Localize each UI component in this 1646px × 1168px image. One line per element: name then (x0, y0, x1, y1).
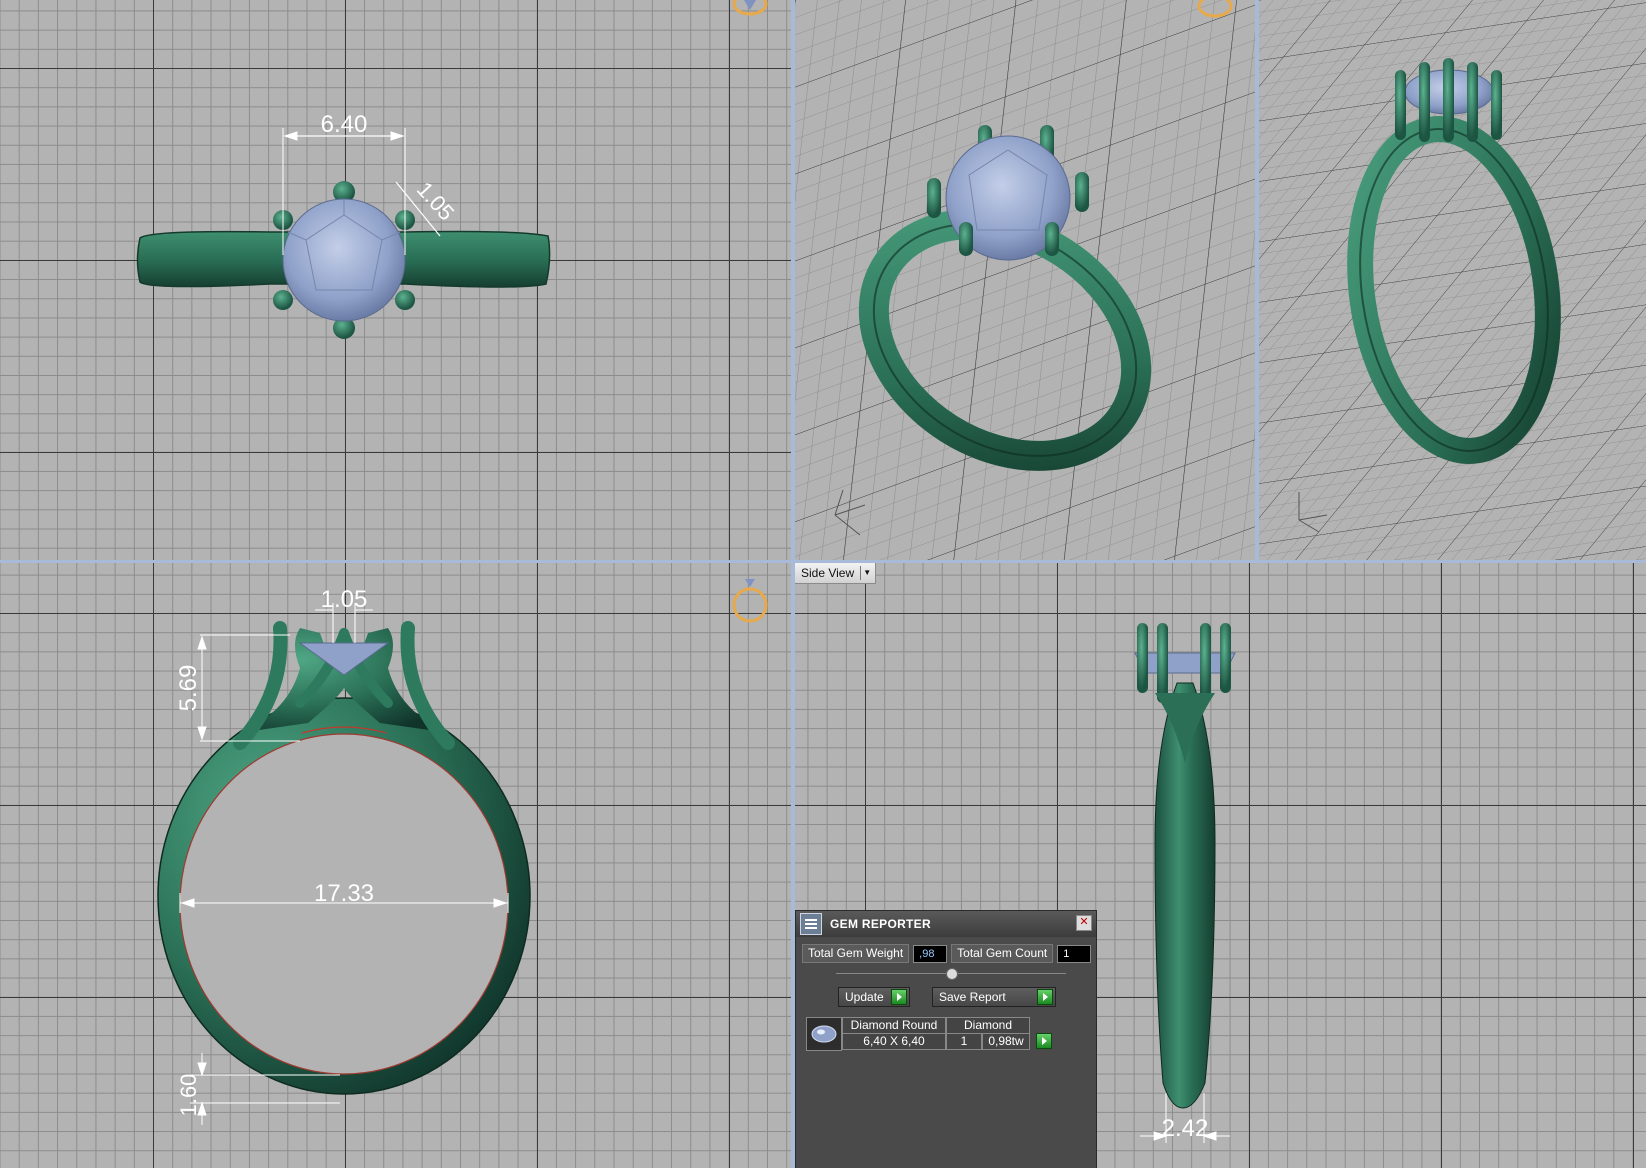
dim-label-band: 1.60 (176, 1074, 201, 1117)
gem-weight: 0,98tw (982, 1033, 1030, 1050)
save-report-button[interactable]: Save Report (932, 987, 1056, 1007)
viewport-front[interactable]: 1.05 5.69 17.33 1.60 (0, 563, 791, 1168)
ring-side-model[interactable] (1134, 623, 1236, 1109)
total-weight-value: ,98 (913, 944, 948, 963)
ring-front-icon[interactable] (732, 579, 768, 623)
gem-reporter-titlebar[interactable]: GEM REPORTER ✕ (796, 911, 1096, 937)
ring-top-model[interactable] (136, 181, 551, 339)
dim-label-prong-front: 1.05 (321, 586, 368, 613)
go-arrow-icon (1037, 989, 1053, 1005)
total-weight-label: Total Gem Weight (802, 944, 910, 963)
gem-size: 6,40 X 6,40 (842, 1033, 946, 1050)
ring-top-icon[interactable] (732, 0, 768, 16)
diamond-icon (806, 1017, 842, 1051)
gem-count: 1 (946, 1033, 982, 1050)
total-count-label: Total Gem Count (951, 944, 1054, 963)
gem-row-go-button[interactable] (1036, 1033, 1052, 1049)
gem-slider[interactable] (836, 968, 1066, 980)
cad-workspace: 6.40 1.05 1.05 5.69 17.33 1.60 Side View… (0, 0, 1646, 1168)
dim-label-inner: 17.33 (314, 880, 374, 907)
save-report-label: Save Report (939, 990, 1006, 1004)
viewport-divider-horizontal[interactable] (0, 560, 1646, 563)
viewport-perspective-right[interactable] (1259, 0, 1646, 560)
gem-shape: Diamond Round (842, 1017, 946, 1034)
viewport-perspective-left[interactable] (795, 0, 1255, 560)
close-icon[interactable]: ✕ (1076, 915, 1092, 931)
viewport-divider-vertical-2[interactable] (1255, 0, 1259, 560)
gem-detail-grid: Diamond Round Diamond 6,40 X 6,40 1 0,98… (842, 1017, 1030, 1051)
ring-front-model[interactable] (157, 621, 531, 1095)
dim-label-prong: 1.05 (412, 177, 459, 226)
gem-reporter-panel[interactable]: GEM REPORTER ✕ Total Gem Weight ,98 Tota… (795, 910, 1097, 1168)
update-button-label: Update (845, 990, 884, 1004)
viewport-top[interactable]: 6.40 1.05 (0, 0, 791, 560)
slider-handle[interactable] (946, 968, 958, 980)
go-arrow-icon (891, 989, 907, 1005)
gem-reporter-icon (800, 913, 822, 935)
dim-label-height: 5.69 (175, 665, 202, 712)
gem-actions-row: Update Save Report (838, 987, 1096, 1007)
gem-reporter-title: GEM REPORTER (830, 917, 931, 931)
update-button[interactable]: Update (838, 987, 910, 1007)
gem-totals-row: Total Gem Weight ,98 Total Gem Count 1 (802, 944, 1096, 963)
dim-label-width: 6.40 (321, 111, 368, 138)
gem-list-row[interactable]: Diamond Round Diamond 6,40 X 6,40 1 0,98… (806, 1017, 1096, 1051)
total-count-value: 1 (1057, 944, 1092, 963)
gem-material: Diamond (946, 1017, 1030, 1034)
dim-label-side-width: 2.42 (1162, 1115, 1209, 1142)
